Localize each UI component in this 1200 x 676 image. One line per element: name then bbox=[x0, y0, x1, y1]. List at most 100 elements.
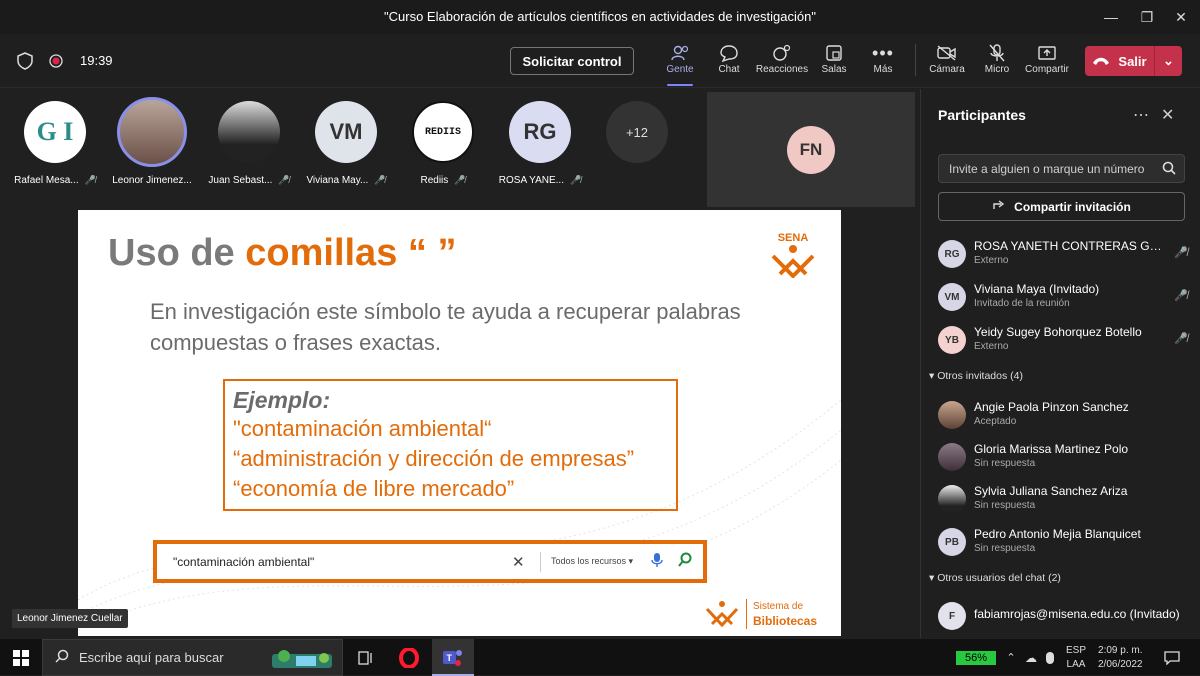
invited-row[interactable]: PB Pedro Antonio Mejia Blanquicet Sin re… bbox=[938, 524, 1188, 562]
invited-row[interactable]: Sylvia Juliana Sanchez Ariza Sin respues… bbox=[938, 481, 1188, 519]
teams-app-icon[interactable]: T bbox=[432, 639, 474, 676]
search-example-box: "contaminación ambiental" ✕ Todos los re… bbox=[153, 540, 707, 583]
maximize-button[interactable]: ❐ bbox=[1128, 0, 1166, 34]
shield-icon bbox=[16, 52, 34, 75]
more-button[interactable]: ••• Más bbox=[856, 42, 910, 76]
people-button[interactable]: Gente bbox=[653, 42, 707, 86]
invited-row[interactable]: Gloria Marissa Martinez Polo Sin respues… bbox=[938, 439, 1188, 477]
mic-icon bbox=[651, 552, 677, 571]
avatar: PB bbox=[938, 528, 966, 556]
example-box: Ejemplo: "contaminación ambiental“ “admi… bbox=[223, 379, 678, 511]
participant-tile[interactable]: RG ROSA YANE... 🎤̸ bbox=[495, 101, 585, 186]
rooms-button[interactable]: Salas bbox=[807, 42, 861, 75]
camera-off-icon bbox=[920, 42, 974, 64]
participant-name: Rafael Mesa... bbox=[14, 175, 79, 186]
panel-title: Participantes bbox=[938, 107, 1026, 123]
window-titlebar: "Curso Elaboración de artículos científi… bbox=[0, 0, 1200, 34]
leave-label: Salir bbox=[1118, 53, 1147, 69]
battery-indicator[interactable]: 56% bbox=[956, 651, 996, 665]
reactions-button[interactable]: Reacciones bbox=[755, 42, 809, 75]
avatar: VM bbox=[315, 101, 377, 163]
participant-tile[interactable]: G I Rafael Mesa... 🎤̸ bbox=[10, 101, 100, 186]
camera-button[interactable]: Cámara bbox=[920, 42, 974, 75]
invite-search-input[interactable]: Invite a alguien o marque un número bbox=[938, 154, 1185, 183]
example-line: “economía de libre mercado” bbox=[233, 476, 515, 501]
participant-tile[interactable]: Juan Sebast... 🎤̸ bbox=[204, 101, 294, 186]
sena-library-footer: Sistema de Bibliotecas bbox=[704, 598, 817, 630]
taskbar-search-input[interactable]: Escribe aquí para buscar bbox=[42, 639, 343, 676]
avatar: VM bbox=[938, 283, 966, 311]
participant-name: Juan Sebast... bbox=[208, 175, 273, 186]
overflow-participants-button[interactable]: +12 bbox=[592, 101, 682, 163]
rooms-label: Salas bbox=[821, 64, 847, 75]
participant-name: Pedro Antonio Mejia Blanquicet bbox=[974, 527, 1141, 541]
svg-text:T: T bbox=[447, 653, 453, 663]
notification-center-icon[interactable] bbox=[1160, 639, 1184, 676]
participant-row[interactable]: YB Yeidy Sugey Bohorquez Botello Externo… bbox=[938, 322, 1188, 360]
leave-button[interactable]: Salir ⌄ bbox=[1085, 46, 1182, 76]
minimize-button[interactable]: — bbox=[1092, 0, 1130, 34]
leave-main[interactable]: Salir bbox=[1085, 46, 1155, 76]
volume-icon[interactable] bbox=[1042, 639, 1058, 676]
avatar bbox=[117, 97, 187, 167]
participant-row[interactable]: RG ROSA YANETH CONTRERAS GO... Externo 🎤… bbox=[938, 236, 1188, 274]
participant-name: Viviana May... bbox=[306, 175, 369, 186]
participant-tile[interactable]: VM Viviana May... 🎤̸ bbox=[301, 101, 391, 186]
leave-options-chevron-icon[interactable]: ⌄ bbox=[1155, 53, 1182, 69]
language-indicator[interactable]: ESP LAA bbox=[1066, 644, 1086, 672]
share-invite-button[interactable]: Compartir invitación bbox=[938, 192, 1185, 221]
mic-off-icon bbox=[970, 42, 1024, 64]
share-button[interactable]: Compartir bbox=[1020, 42, 1074, 75]
more-label: Más bbox=[873, 64, 893, 75]
slide-body: En investigación este símbolo te ayuda a… bbox=[150, 299, 741, 355]
participant-name: Rediis bbox=[420, 175, 449, 186]
shared-slide: Uso de comillas “ ” SENA En investigació… bbox=[78, 210, 841, 636]
chat-button[interactable]: Chat bbox=[702, 42, 756, 75]
share-icon bbox=[992, 199, 1006, 214]
close-window-button[interactable]: ✕ bbox=[1162, 0, 1200, 34]
chat-users-section-header[interactable]: ▾ Otros usuarios del chat (2) bbox=[929, 572, 1061, 584]
participant-name: Angie Paola Pinzon Sanchez bbox=[974, 400, 1129, 414]
participant-name: ROSA YANETH CONTRERAS GO... bbox=[974, 239, 1164, 253]
mic-button[interactable]: Micro bbox=[970, 42, 1024, 75]
share-label: Compartir bbox=[1025, 64, 1069, 75]
participant-tile[interactable]: REDIIS Rediis 🎤̸ bbox=[398, 101, 488, 186]
opera-icon[interactable] bbox=[394, 639, 424, 676]
participant-name: Sylvia Juliana Sanchez Ariza bbox=[974, 484, 1128, 498]
system-clock[interactable]: 2:09 p. m. 2/06/2022 bbox=[1098, 644, 1143, 672]
panel-more-icon[interactable]: ⋯ bbox=[1133, 105, 1149, 125]
task-view-icon[interactable] bbox=[352, 639, 380, 676]
windows-start-icon[interactable] bbox=[0, 639, 42, 676]
camera-label: Cámara bbox=[929, 64, 965, 75]
participant-video-tile[interactable]: FN bbox=[707, 92, 915, 207]
mic-off-icon: 🎤̸ bbox=[1174, 333, 1188, 345]
example-line: "contaminación ambiental“ bbox=[233, 416, 492, 441]
invited-section-header[interactable]: ▾ Otros invitados (4) bbox=[929, 370, 1023, 382]
window-title: "Curso Elaboración de artículos científi… bbox=[384, 9, 816, 24]
avatar bbox=[218, 101, 280, 163]
chat-user-row[interactable]: F fabiamrojas@misena.edu.co (Invitado) bbox=[938, 598, 1188, 636]
hidden-icons-chevron-icon[interactable]: ⌃ bbox=[1002, 639, 1020, 676]
participant-name: Viviana Maya (Invitado) bbox=[974, 282, 1100, 296]
participant-status: Externo bbox=[974, 255, 1009, 266]
close-icon[interactable]: ✕ bbox=[1161, 105, 1174, 125]
recording-icon bbox=[49, 54, 63, 73]
search-query: "contaminación ambiental" bbox=[173, 554, 315, 569]
participant-tile[interactable]: Leonor Jimenez... bbox=[107, 97, 197, 186]
example-heading: Ejemplo: bbox=[233, 387, 331, 413]
chat-icon bbox=[702, 42, 756, 64]
participant-row[interactable]: VM Viviana Maya (Invitado) Invitado de l… bbox=[938, 279, 1188, 317]
invited-row[interactable]: Angie Paola Pinzon Sanchez Aceptado bbox=[938, 397, 1188, 435]
presenter-name-tag: Leonor Jimenez Cuellar bbox=[12, 609, 128, 628]
toolbar-divider bbox=[915, 44, 916, 76]
request-control-button[interactable]: Solicitar control bbox=[510, 47, 634, 75]
network-icon[interactable]: ☁ bbox=[1022, 639, 1040, 676]
mic-label: Micro bbox=[984, 64, 1010, 75]
avatar: RG bbox=[938, 240, 966, 268]
avatar bbox=[938, 401, 966, 429]
avatar: FN bbox=[787, 125, 835, 174]
participant-status: Sin respuesta bbox=[974, 458, 1036, 469]
participant-status: Sin respuesta bbox=[974, 500, 1036, 511]
more-icon: ••• bbox=[872, 42, 894, 63]
example-line: “administración y dirección de empresas” bbox=[233, 446, 635, 471]
